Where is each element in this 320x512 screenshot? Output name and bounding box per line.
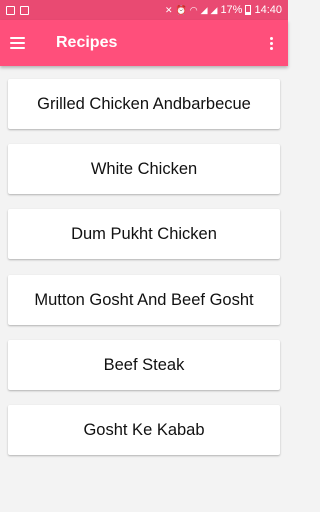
- more-vert-icon[interactable]: [268, 36, 274, 50]
- recipe-card[interactable]: Beef Steak: [8, 340, 280, 390]
- battery-percent: 17%: [220, 4, 243, 16]
- recipe-card[interactable]: Gosht Ke Kabab: [8, 405, 280, 455]
- alarm-icon: ⏰: [175, 4, 187, 15]
- wifi-icon: ◠: [189, 4, 198, 15]
- page-title: Recipes: [56, 34, 118, 51]
- signal-icon: ◢: [200, 4, 208, 15]
- gallery-notification-icon: [20, 5, 29, 15]
- recipe-card[interactable]: White Chicken: [8, 144, 280, 194]
- hamburger-menu-icon[interactable]: [10, 33, 30, 53]
- status-bar: ✕ ⏰ ◠ ◢ ◢ 17% 14:40: [0, 0, 288, 20]
- app-bar: Recipes: [0, 20, 288, 66]
- image-notification-icon: [6, 5, 15, 15]
- signal-icon-2: ◢: [210, 4, 218, 15]
- status-notifications: [6, 5, 29, 15]
- recipe-card[interactable]: Dum Pukht Chicken: [8, 209, 280, 259]
- battery-icon: [245, 5, 252, 15]
- recipe-card[interactable]: Mutton Gosht And Beef Gosht: [8, 275, 280, 325]
- clock: 14:40: [254, 4, 282, 16]
- mute-icon: ✕: [164, 4, 173, 15]
- status-indicators: ✕ ⏰ ◠ ◢ ◢ 17% 14:40: [165, 4, 282, 16]
- recipe-card[interactable]: Grilled Chicken Andbarbecue: [8, 79, 280, 129]
